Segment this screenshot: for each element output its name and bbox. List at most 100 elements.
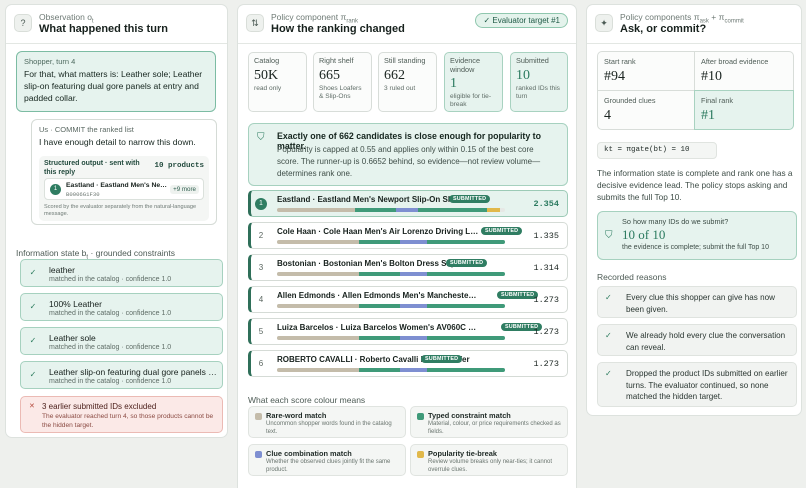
product-name: Eastland · Eastland Men's Newport Slip-O… (66, 182, 168, 189)
legend-swatch (255, 413, 262, 420)
divider (6, 43, 227, 44)
shield-check-icon: ⛉ (605, 230, 613, 241)
policy-header: ⇅ Policy component πrank How the ranking… (246, 11, 568, 41)
row-rank: 6 (258, 359, 264, 368)
clue-item: ✓ 100% Leather matched in the catalog · … (20, 293, 223, 321)
cell-label: After broad evidence (701, 57, 769, 66)
recorded-reasons-label: Recorded reasons (597, 272, 667, 282)
structured-footnote: Scored by the evaluator separately from … (44, 204, 197, 217)
shopper-text: For that, what matters is: Leather sole;… (24, 69, 203, 103)
reason-item: ✓ We already hold every clue the convers… (597, 324, 797, 356)
legend-rare-word: Rare-word match Uncommon shopper words f… (248, 406, 406, 438)
product-rank: 1 (50, 184, 61, 195)
score-bar (277, 240, 505, 244)
metric-value: 50K (254, 67, 279, 83)
excluded-sub: The evaluator reached turn 4, so those p… (42, 413, 214, 429)
row-score: 1.273 (533, 295, 559, 305)
clue-status: matched in the catalog · confidence 1.0 (49, 310, 172, 317)
shield-check-icon: ⛉ (257, 132, 265, 143)
structured-count: 10 products (154, 162, 204, 170)
popularity-callout: ⛉ Exactly one of 662 candidates is close… (248, 123, 568, 186)
shopper-label: Shopper, turn 4 (24, 57, 76, 66)
row-score: 2.354 (533, 199, 559, 209)
legend-typed-constraint: Typed constraint match Material, colour,… (410, 406, 568, 438)
check-icon: ✓ (29, 370, 37, 379)
row-score: 1.273 (533, 359, 559, 369)
divider (238, 43, 576, 44)
clue-status: matched in the catalog · confidence 1.0 (49, 378, 172, 385)
legend-popularity: Popularity tie-break Review volume break… (410, 444, 568, 476)
evaluator-target-badge: ✓ Evaluator target #1 (475, 13, 568, 28)
agent-text: I have enough detail to narrow this down… (39, 137, 196, 147)
clue-text: Leather slip-on featuring dual gore pane… (49, 367, 219, 377)
check-icon: ✓ (605, 293, 612, 302)
score-segment (277, 240, 360, 244)
metric-sub: eligible for tie-break (450, 93, 492, 108)
row-score: 1.335 (533, 231, 559, 241)
row-rank: 3 (258, 263, 264, 272)
ranking-row[interactable]: 4 Allen Edmonds · Allen Edmonds Men's Man… (248, 286, 568, 313)
check-icon: ✓ (605, 369, 612, 378)
row-product-name: Bostonian · Bostonian Men's Bolton Dress… (277, 259, 470, 268)
submitted-product[interactable]: 1 Eastland · Eastland Men's Newport Slip… (44, 178, 204, 200)
cell-label: Grounded clues (604, 96, 656, 105)
legend-sub: Review volume breaks only near-ties; it … (428, 459, 553, 473)
observation-panel: ? Observation ot What happened this turn… (5, 4, 228, 438)
metric-catalog: Catalog 50K read only (248, 52, 307, 112)
clue-status: matched in the catalog · confidence 1.0 (49, 276, 172, 283)
cell-value: #94 (604, 69, 625, 84)
clue-item: ✓ Leather slip-on featuring dual gore pa… (20, 361, 223, 389)
score-segment (395, 208, 419, 212)
ranking-row[interactable]: 1 Eastland · Eastland Men's Newport Slip-… (248, 190, 568, 217)
cell-grounded-clues: Grounded clues 4 (597, 90, 695, 130)
cell-value: #1 (701, 108, 715, 123)
row-product-name: Eastland · Eastland Men's Newport Slip-O… (277, 195, 463, 204)
legend-sub: Uncommon shopper words found in the cata… (266, 421, 392, 435)
check-icon: ✓ (29, 268, 37, 277)
score-segment (400, 240, 428, 244)
score-segment (277, 272, 360, 276)
submit-question: So how many IDs do we submit? (622, 217, 729, 226)
sparkle-icon: ✦ (595, 14, 613, 32)
metric-sub: ranked IDs this turn (516, 84, 560, 100)
submit-sub: the evidence is complete; submit the ful… (622, 244, 769, 251)
reason-item: ✓ Every clue this shopper can give has n… (597, 286, 797, 318)
decision-title: Ask, or commit? (620, 23, 707, 35)
reason-item: ✓ Dropped the product IDs submitted on e… (597, 362, 797, 407)
decision-paragraph: The information state is complete and ra… (597, 168, 793, 202)
score-segment (427, 240, 505, 244)
ranking-row[interactable]: 5 Luiza Barcelos · Luiza Barcelos Women's… (248, 318, 568, 345)
check-icon: ✓ (605, 331, 612, 340)
row-rank: 1 (255, 198, 267, 210)
reason-text: Every clue this shopper can give has now… (626, 293, 775, 314)
ranking-row[interactable]: 3 Bostonian · Bostonian Men's Bolton Dres… (248, 254, 568, 281)
legend-label: Typed constraint match (428, 411, 511, 420)
observation-title: What happened this turn (39, 23, 168, 35)
submitted-badge: SUBMITTED (446, 259, 488, 267)
legend-clue-combination: Clue combination match Whether the obser… (248, 444, 406, 476)
submitted-badge: SUBMITTED (481, 227, 523, 235)
ranking-row[interactable]: 6 ROBERTO CAVALLI · Roberto Cavalli Men's… (248, 350, 568, 377)
score-segment (277, 368, 360, 372)
check-icon: ✓ (29, 336, 37, 345)
decision-panel: ✦ Policy components πask + πcommit Ask, … (586, 4, 802, 416)
submit-value: 10 of 10 (622, 227, 666, 242)
question-icon: ? (14, 14, 32, 32)
row-score: 1.273 (533, 327, 559, 337)
metric-sub: read only (254, 84, 282, 92)
score-segment (277, 208, 355, 212)
metric-label: Submitted (516, 56, 549, 65)
check-icon: ✓ (29, 302, 37, 311)
score-segment (359, 272, 401, 276)
agent-label: Us · COMMIT the ranked list (39, 125, 134, 134)
more-products-button[interactable]: +9 more (170, 185, 199, 194)
metric-label: Right shelf (319, 56, 354, 65)
clue-text: Leather sole (49, 333, 96, 343)
score-segment (277, 304, 360, 308)
cell-label: Start rank (604, 57, 636, 66)
score-segment (359, 304, 401, 308)
score-segment (427, 304, 505, 308)
observation-header: ? Observation ot What happened this turn (14, 11, 219, 41)
ranking-row[interactable]: 2 Cole Haan · Cole Haan Men's Air Lorenzo… (248, 222, 568, 249)
row-rank: 4 (258, 295, 264, 304)
